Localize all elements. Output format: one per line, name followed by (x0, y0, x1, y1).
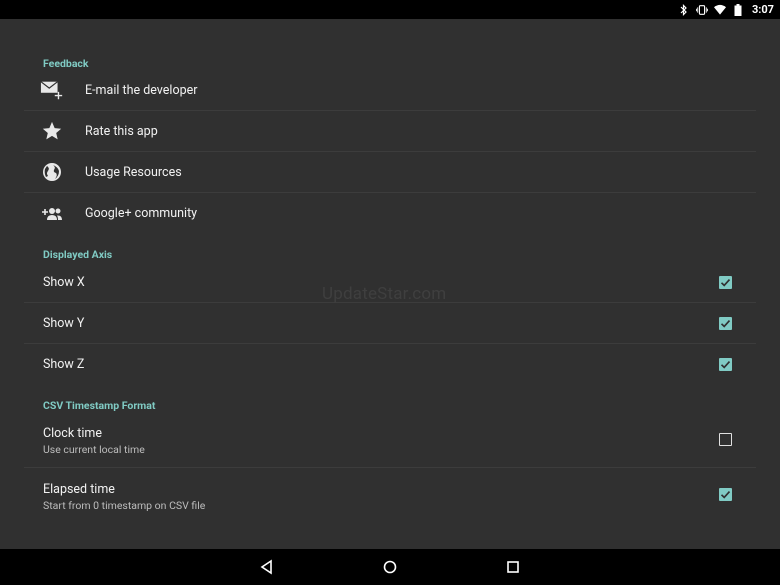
battery-icon (732, 3, 744, 16)
recents-icon[interactable] (504, 558, 522, 576)
section-header-displayed-axis: Displayed Axis (43, 248, 113, 261)
pref-rate-app[interactable]: Rate this app (24, 111, 756, 152)
status-bar: 3:07 (0, 0, 780, 19)
pref-email-developer[interactable]: E-mail the developer (24, 70, 756, 111)
clock-time-checkbox[interactable] (719, 433, 732, 446)
back-icon[interactable] (258, 558, 276, 576)
pref-elapsed-time[interactable]: Elapsed time Start from 0 timestamp on C… (24, 468, 756, 524)
pref-clock-time[interactable]: Clock time Use current local time (24, 413, 756, 468)
show-y-checkbox[interactable] (719, 317, 732, 330)
pref-show-z[interactable]: Show Z (24, 344, 756, 385)
vibrate-icon (695, 4, 708, 16)
pref-label: Usage Resources (85, 165, 182, 180)
star-icon (40, 119, 64, 143)
email-add-icon (40, 78, 64, 102)
pref-summary: Use current local time (43, 443, 145, 456)
show-z-checkbox[interactable] (719, 358, 732, 371)
group-add-icon (40, 202, 64, 226)
home-icon[interactable] (381, 558, 399, 576)
pref-label: Google+ community (85, 206, 198, 221)
pref-label: E-mail the developer (85, 83, 198, 98)
clock-time: 3:07 (751, 3, 774, 16)
section-header-csv-timestamp: CSV Timestamp Format (43, 399, 156, 412)
pref-show-y[interactable]: Show Y (24, 303, 756, 344)
globe-icon (40, 160, 64, 184)
wifi-icon (713, 4, 726, 16)
pref-label: Elapsed time (43, 482, 115, 497)
pref-label: Clock time (43, 426, 103, 441)
pref-summary: Start from 0 timestamp on CSV file (43, 499, 206, 512)
pref-google-plus-community[interactable]: Google+ community (24, 193, 756, 234)
bluetooth-icon (678, 3, 690, 16)
pref-label: Show X (43, 275, 85, 290)
pref-label: Rate this app (85, 124, 158, 139)
section-header-feedback: Feedback (43, 57, 89, 70)
pref-label: Show Y (43, 316, 85, 331)
pref-usage-resources[interactable]: Usage Resources (24, 152, 756, 193)
pref-label: Show Z (43, 357, 85, 372)
elapsed-time-checkbox[interactable] (719, 488, 732, 501)
show-x-checkbox[interactable] (719, 276, 732, 289)
navigation-bar (0, 549, 780, 585)
watermark: UpdateStar.com (322, 284, 447, 304)
